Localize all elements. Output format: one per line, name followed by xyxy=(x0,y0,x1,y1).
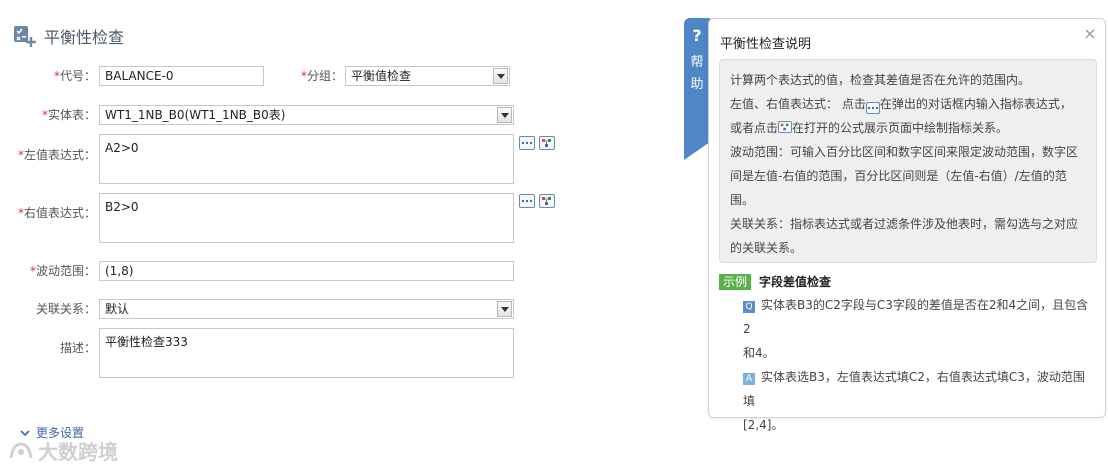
help-text: 的关联关系。 xyxy=(730,241,803,255)
left-expr-edit-button[interactable] xyxy=(519,136,535,150)
help-text: 间是左值-右值的范围，百分比区间则是（左值-右值）/左值的范 xyxy=(730,169,1067,183)
example-question-cont: 和4。 xyxy=(743,346,775,360)
rule-add-icon xyxy=(14,26,36,47)
right-expr-edit-button[interactable] xyxy=(519,194,535,208)
formula-graph-icon xyxy=(542,197,551,205)
help-text: 关联关系：指标表达式或者过滤条件涉及他表时，需勾选与之对应 xyxy=(730,217,1079,231)
example-body: Q 实体表B3的C2字段与C3字段的差值是否在2和4之间，且包含2 和4。 A 实体… xyxy=(743,293,1095,437)
relation-select[interactable]: 默认 xyxy=(99,299,514,319)
entity-table-select[interactable]: WT1_1NB_B0(WT1_1NB_B0表) xyxy=(99,105,514,125)
group-dropdown-icon[interactable] xyxy=(493,68,508,84)
watermark-logo-icon xyxy=(9,441,33,458)
example-title: 字段差值检查 xyxy=(759,275,832,289)
relation-dropdown-icon[interactable] xyxy=(497,301,512,317)
example-answer-cont: [2,4]。 xyxy=(743,418,784,432)
left-expr-formula-button[interactable] xyxy=(539,136,555,150)
description-textarea[interactable]: 平衡性检查333 xyxy=(99,328,514,378)
help-text: 或者点击 在打开的公式展示页面中绘制指标关系。 xyxy=(730,121,1009,135)
more-dots-icon xyxy=(520,195,534,207)
page-header: 平衡性检查 xyxy=(12,22,124,50)
help-panel: 平衡性检查说明 × 计算两个表达式的值，检查其差值是否在允许的范围内。 左值、右… xyxy=(708,18,1106,432)
help-tab[interactable]: ? 帮助 xyxy=(684,18,710,142)
group-label: *分组： xyxy=(300,69,343,83)
formula-graph-icon xyxy=(542,139,551,147)
help-text: 计算两个表达式的值，检查其差值是否在允许的范围内。 xyxy=(730,73,1031,87)
range-label: *波动范围： xyxy=(29,264,96,278)
group-select[interactable]: 平衡值检查 xyxy=(345,66,510,86)
left-expr-textarea[interactable]: A2>0 xyxy=(99,134,514,184)
example-question: Q 实体表B3的C2字段与C3字段的差值是否在2和4之间，且包含2 xyxy=(743,298,1089,336)
right-expr-label: *右值表达式： xyxy=(17,206,96,220)
example-answer: A 实体表选B3，左值表达式填C2，右值表达式填C3，波动范围填 xyxy=(743,370,1085,408)
range-input[interactable]: (1,8) xyxy=(99,261,514,281)
help-text: 波动范围：可输入百分比区间和数字区间来限定波动范围，数字区 xyxy=(730,145,1079,159)
entity-table-dropdown-icon[interactable] xyxy=(497,107,512,123)
question-icon: Q xyxy=(743,301,755,313)
left-expr-label: *左值表达式： xyxy=(17,148,96,162)
right-expr-textarea[interactable]: B2>0 xyxy=(99,193,514,243)
help-question-icon: ? xyxy=(692,26,702,45)
relation-value: 默认 xyxy=(105,302,130,316)
watermark: 大数跨境 xyxy=(8,436,118,465)
more-dots-icon xyxy=(865,102,880,114)
entity-table-label: *实体表： xyxy=(41,108,96,122)
code-input[interactable]: BALANCE-0 xyxy=(99,66,264,86)
help-title: 平衡性检查说明 xyxy=(720,37,812,52)
group-value: 平衡值检查 xyxy=(351,69,412,83)
code-label: *代号： xyxy=(53,69,96,83)
formula-graph-icon xyxy=(778,121,793,133)
close-icon[interactable]: × xyxy=(1083,26,1097,42)
help-text: 左值、右值表达式： 点击 在弹出的对话框内输入指标表达式， xyxy=(730,92,1086,116)
help-text: 围。 xyxy=(730,193,755,207)
example-header: 示例 字段差值检查 xyxy=(719,273,831,290)
answer-icon: A xyxy=(743,373,755,385)
entity-table-value: WT1_1NB_B0(WT1_1NB_B0表) xyxy=(105,108,286,122)
relation-label: 关联关系： xyxy=(35,302,96,316)
help-description: 计算两个表达式的值，检查其差值是否在允许的范围内。 左值、右值表达式： 点击 在弹… xyxy=(719,59,1097,263)
description-label: 描述： xyxy=(59,341,96,355)
help-tab-label: 帮助 xyxy=(690,55,704,92)
more-dots-icon xyxy=(520,137,534,149)
page-title: 平衡性检查 xyxy=(44,28,125,47)
example-badge: 示例 xyxy=(719,273,752,290)
right-expr-formula-button[interactable] xyxy=(539,194,555,208)
watermark-text: 大数跨境 xyxy=(38,440,118,464)
